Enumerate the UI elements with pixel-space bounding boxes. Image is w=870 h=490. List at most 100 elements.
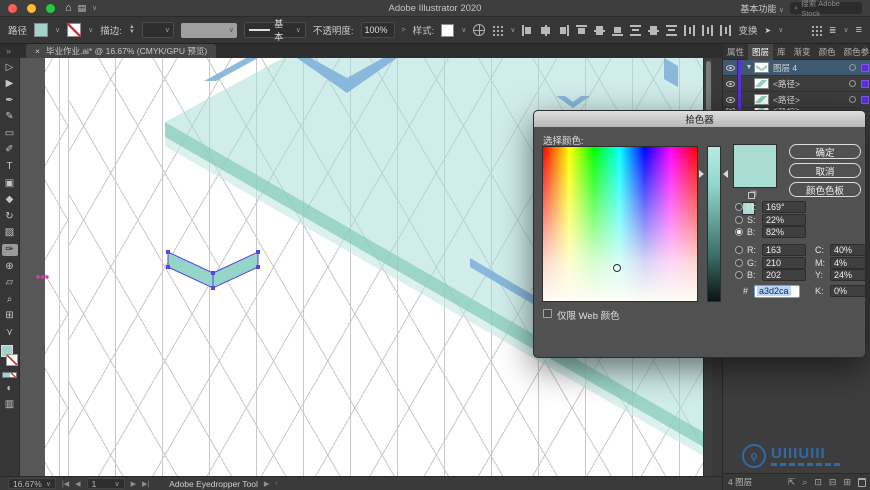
paintbrush-tool[interactable]: ✐ bbox=[2, 144, 18, 156]
artboard-tool[interactable]: ▣ bbox=[2, 177, 18, 189]
m-field[interactable]: 4% bbox=[830, 256, 866, 269]
layer-row[interactable]: <路径> bbox=[723, 75, 870, 92]
tab-color-guide[interactable]: 颜色参 bbox=[840, 44, 870, 60]
align-left-icon[interactable] bbox=[522, 24, 534, 36]
target-circle-icon[interactable] bbox=[849, 96, 856, 103]
tab-properties[interactable]: 属性 bbox=[723, 44, 748, 60]
target-circle-icon[interactable] bbox=[849, 80, 856, 87]
align-center-icon[interactable] bbox=[540, 24, 552, 36]
document-tab[interactable]: × 毕业作业.ai* @ 16.67% (CMYK/GPU 预览) bbox=[26, 44, 217, 58]
r-field[interactable]: 163 bbox=[762, 244, 806, 256]
distribute-horizontal-icon[interactable] bbox=[702, 24, 714, 36]
touch-workspace-icon[interactable] bbox=[810, 24, 822, 36]
eyedropper-tool[interactable]: ✑ bbox=[1, 243, 18, 256]
style-swatch[interactable] bbox=[441, 23, 455, 37]
distribute-right-icon[interactable] bbox=[720, 24, 732, 36]
r-radio[interactable] bbox=[735, 246, 743, 254]
options-chevron-icon[interactable]: ∨ bbox=[843, 26, 848, 34]
align-middle-icon[interactable] bbox=[594, 24, 606, 36]
color-field-marker[interactable] bbox=[613, 264, 621, 272]
properties-options-icon[interactable]: ≣ bbox=[829, 22, 837, 39]
ok-button[interactable]: 确定 bbox=[789, 144, 861, 159]
brightness-slider[interactable] bbox=[707, 146, 721, 302]
align-bottom-icon[interactable] bbox=[612, 24, 624, 36]
home-icon[interactable]: ⌂ bbox=[65, 0, 72, 17]
fill-color-swatch[interactable] bbox=[34, 23, 49, 37]
layer-row[interactable]: ▼ 图层 4 bbox=[723, 59, 870, 76]
isolate-grid-icon[interactable] bbox=[492, 24, 504, 36]
direct-selection-tool[interactable]: ▷ bbox=[2, 61, 18, 73]
close-window-button[interactable] bbox=[8, 3, 17, 13]
selection-square[interactable] bbox=[861, 95, 869, 104]
c-field[interactable]: 40% bbox=[830, 244, 866, 256]
b2-field[interactable]: 202 bbox=[762, 269, 806, 281]
recolor-artwork-icon[interactable] bbox=[473, 24, 486, 36]
fill-chevron-icon[interactable]: ∨ bbox=[55, 26, 60, 34]
layer-name[interactable]: <路径> bbox=[773, 94, 800, 106]
collect-for-export-icon[interactable]: ⇱ bbox=[788, 477, 796, 488]
next-artboard-icon[interactable]: ▶ bbox=[131, 480, 136, 488]
layer-name[interactable]: 图层 4 bbox=[773, 62, 797, 74]
rectangle-tool[interactable]: ▭ bbox=[2, 127, 18, 139]
s-field[interactable]: 22% bbox=[762, 213, 806, 226]
zoom-tool[interactable]: ⌕ bbox=[2, 293, 18, 305]
artboard-number-dropdown[interactable]: 1 ∨ bbox=[86, 478, 125, 489]
brush-definition-dropdown[interactable]: ∨ bbox=[180, 22, 237, 38]
color-none-toggle[interactable] bbox=[2, 371, 17, 378]
prev-artboard-icon[interactable]: ◀ bbox=[75, 480, 80, 488]
b-radio[interactable] bbox=[735, 228, 743, 236]
new-layer-icon[interactable]: ⊞ bbox=[843, 477, 851, 488]
g-field[interactable]: 210 bbox=[762, 256, 806, 269]
workspace-switcher[interactable]: 基本功能 ∨ bbox=[740, 2, 784, 15]
rotate-tool[interactable]: ↻ bbox=[2, 210, 18, 222]
status-back-icon[interactable]: ‹ bbox=[275, 480, 277, 487]
k-field[interactable]: 0% bbox=[830, 285, 866, 297]
visibility-toggle[interactable] bbox=[723, 75, 738, 92]
minimize-window-button[interactable] bbox=[27, 3, 36, 13]
pointer-chevron-icon[interactable]: ∨ bbox=[778, 26, 783, 34]
opacity-field[interactable]: 100% bbox=[360, 22, 395, 38]
s-radio[interactable] bbox=[735, 215, 743, 224]
layout-icon[interactable]: ▤ bbox=[78, 0, 87, 17]
stroke-weight-label[interactable]: 描边: bbox=[100, 23, 122, 37]
expand-chevron-icon[interactable]: ▼ bbox=[744, 64, 754, 71]
visibility-toggle[interactable] bbox=[723, 91, 738, 108]
shape-builder-tool[interactable]: ◆ bbox=[2, 194, 18, 206]
fill-stroke-indicator[interactable] bbox=[0, 345, 19, 367]
tab-color[interactable]: 颜色 bbox=[815, 44, 840, 60]
status-play-icon[interactable]: ▶ bbox=[264, 480, 269, 488]
target-circle-icon[interactable] bbox=[849, 64, 856, 71]
dialog-title[interactable]: 拾色器 bbox=[534, 111, 865, 127]
drawing-modes-icon[interactable]: ◐ bbox=[2, 382, 18, 394]
layout-chevron-icon[interactable]: ∨ bbox=[92, 4, 97, 12]
distribute-left-icon[interactable] bbox=[684, 24, 696, 36]
document-close-icon[interactable]: × bbox=[35, 46, 40, 56]
h-radio[interactable] bbox=[735, 203, 743, 211]
first-artboard-icon[interactable]: |◀ bbox=[62, 480, 69, 488]
opacity-chevron-icon[interactable]: > bbox=[402, 27, 406, 34]
slider-arrow-right-icon[interactable] bbox=[723, 170, 728, 178]
layer-name[interactable]: <路径> bbox=[773, 78, 800, 90]
pointer-options-icon[interactable]: ➤ bbox=[765, 22, 772, 39]
b-field[interactable]: 82% bbox=[762, 226, 806, 238]
toolbar-stroke-swatch[interactable] bbox=[5, 354, 18, 367]
type-tool[interactable]: T bbox=[2, 161, 18, 173]
stroke-weight-stepper[interactable]: ▲ ▼ bbox=[129, 24, 135, 35]
stroke-chevron-icon[interactable]: ∨ bbox=[88, 26, 93, 34]
stroke-weight-field[interactable]: ∨ bbox=[141, 22, 174, 38]
web-warning-cube-icon[interactable] bbox=[748, 192, 755, 199]
selection-square[interactable] bbox=[861, 79, 869, 88]
gradient-tool[interactable]: ▨ bbox=[2, 227, 18, 239]
symbol-sprayer-tool[interactable]: ▱ bbox=[2, 277, 18, 289]
selection-square[interactable] bbox=[861, 63, 869, 72]
toolbar-collapse-icon[interactable]: » bbox=[6, 46, 11, 56]
hand-tool[interactable]: ⊞ bbox=[2, 310, 18, 322]
align-right-icon[interactable] bbox=[558, 24, 570, 36]
transform-label[interactable]: 变换 bbox=[738, 23, 757, 37]
search-input[interactable]: ⌕ 搜索 Adobe Stock bbox=[790, 0, 862, 18]
make-mask-icon[interactable]: ⊡ bbox=[814, 477, 822, 488]
grid-chevron-icon[interactable]: ∨ bbox=[510, 26, 515, 34]
zoom-window-button[interactable] bbox=[46, 3, 55, 13]
h-field[interactable]: 169° bbox=[762, 201, 806, 213]
pen-tool[interactable]: ✒ bbox=[2, 94, 18, 106]
